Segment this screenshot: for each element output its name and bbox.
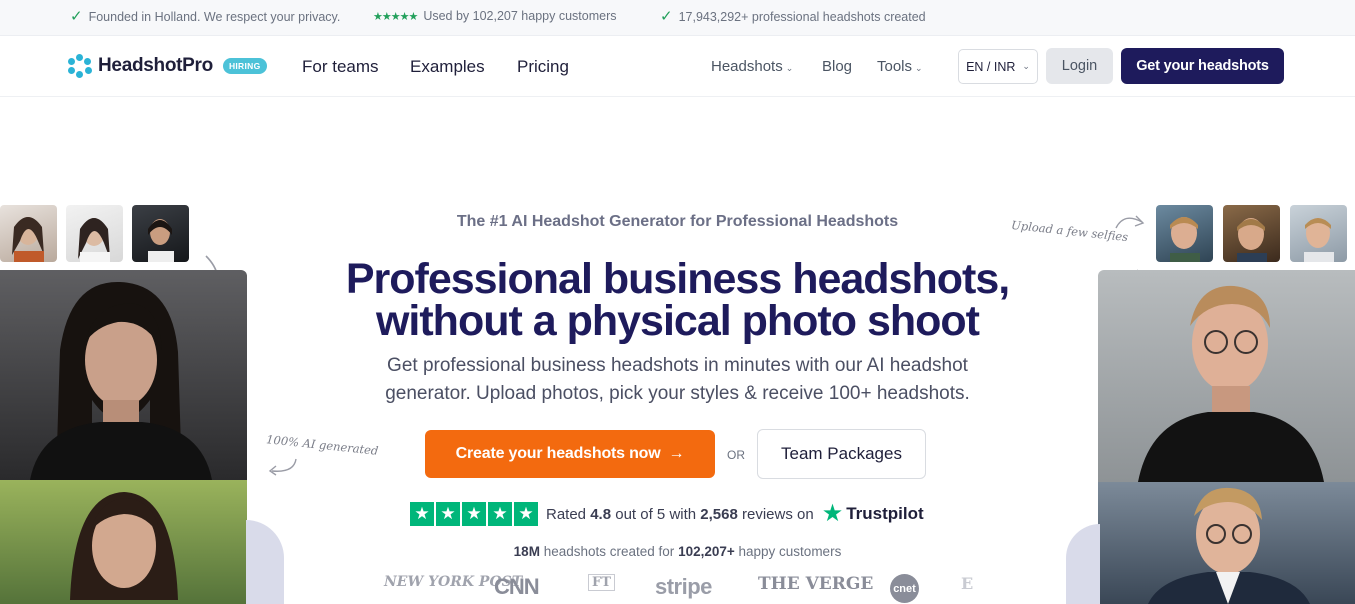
customer-count-value: 102,207+ — [678, 544, 735, 559]
trust-item-headshots: ✓ 17,943,292+ professional headshots cre… — [660, 9, 926, 24]
rating-middle: out of 5 with — [615, 505, 697, 523]
hiring-badge[interactable]: HIRING — [222, 58, 267, 74]
headshot-count: 18M — [513, 544, 540, 559]
nav-link-blog[interactable]: Blog — [822, 58, 852, 75]
curved-arrow-icon — [268, 458, 297, 476]
chevron-down-icon: ⌄ — [915, 63, 923, 73]
trust-item-text: Used by 102,207 happy customers — [423, 9, 617, 23]
or-separator: OR — [727, 448, 745, 462]
star-icon: ★ — [514, 502, 538, 526]
trust-item-text: Founded in Holland. We respect your priv… — [88, 9, 341, 24]
headshot-photo — [0, 480, 247, 604]
trustpilot-star-icon: ★ — [821, 500, 844, 527]
nav-link-examples[interactable]: Examples — [410, 57, 485, 77]
decorative-shape — [246, 520, 284, 604]
arrow-right-icon: → — [668, 445, 685, 462]
create-headshots-button[interactable]: Create your headshots now → — [425, 430, 715, 478]
hero-eyebrow: The #1 AI Headshot Generator for Profess… — [456, 213, 899, 230]
trustpilot-rating[interactable]: ★ ★ ★ ★ ★ Rated 4.8 out of 5 with 2,568 … — [410, 502, 924, 526]
press-logo-cnn: CNN — [494, 574, 540, 599]
hero-subtitle-line: Get professional business headshots in m… — [387, 355, 968, 376]
check-icon: ✓ — [660, 8, 673, 25]
customer-count-text: happy customers — [738, 544, 842, 559]
language-currency-select[interactable]: EN / INR ⌄ — [958, 49, 1038, 84]
get-headshots-button[interactable]: Get your headshots — [1121, 48, 1284, 84]
star-icon: ★ — [488, 502, 512, 526]
headshot-count-text: headshots created for — [543, 544, 675, 559]
nav-menu-tools[interactable]: Tools ⌄ — [877, 58, 923, 75]
hero-title-line: Professional business headshots, — [345, 255, 1010, 303]
star-icon: ★★★★★ — [373, 10, 418, 23]
trustpilot-name: Trustpilot — [846, 504, 924, 523]
rating-score: 4.8 — [590, 505, 612, 523]
trustpilot-logo: ★ Trustpilot — [822, 502, 924, 526]
rating-prefix: Rated — [546, 505, 587, 523]
star-icon: ★ — [410, 502, 434, 526]
nav-link-for-teams[interactable]: For teams — [302, 57, 379, 77]
logo[interactable]: HeadshotPro HIRING — [68, 54, 267, 78]
nav-menu-label: Tools — [877, 58, 913, 75]
check-icon: ✓ — [70, 8, 83, 25]
headshot-photo — [1098, 482, 1355, 604]
hero-subtitle: Get professional business headshots in m… — [0, 352, 1355, 408]
press-logo-ft: FT — [588, 574, 615, 591]
customer-count: 18M headshots created for 102,207+ happy… — [0, 544, 1355, 559]
trust-item-text: 17,943,292+ professional headshots creat… — [678, 9, 926, 24]
press-logo-partial: E — [961, 574, 974, 593]
trust-item-customers: ★★★★★ Used by 102,207 happy customers — [373, 9, 616, 23]
nav-link-pricing[interactable]: Pricing — [517, 57, 569, 77]
press-logo-the-verge: THE VERGE — [758, 574, 874, 594]
trustpilot-stars: ★ ★ ★ ★ ★ — [410, 502, 538, 526]
trust-item-privacy: ✓ Founded in Holland. We respect your pr… — [70, 9, 340, 24]
hero-title-line: without a physical photo shoot — [375, 297, 980, 345]
rating-review-count: 2,568 — [700, 505, 738, 523]
chevron-down-icon: ⌄ — [785, 63, 794, 73]
rating-text: Rated 4.8 out of 5 with 2,568 reviews on — [546, 506, 814, 523]
team-packages-button[interactable]: Team Packages — [757, 429, 926, 479]
star-icon: ★ — [462, 502, 486, 526]
login-button[interactable]: Login — [1046, 48, 1113, 84]
nav-menu-headshots[interactable]: Headshots ⌄ — [711, 58, 793, 75]
press-logo-cnet: cnet — [890, 574, 919, 603]
language-currency-value: EN / INR — [966, 59, 1016, 74]
star-icon: ★ — [436, 502, 460, 526]
main-nav: HeadshotPro HIRING For teams Examples Pr… — [0, 36, 1355, 97]
logo-icon — [68, 54, 92, 78]
annotation-ai-generated: 100% AI generated — [265, 432, 379, 458]
logo-text: HeadshotPro — [98, 55, 213, 76]
create-headshots-label: Create your headshots now — [455, 445, 661, 462]
rating-suffix: reviews on — [742, 505, 814, 523]
nav-menu-label: Headshots — [711, 58, 783, 75]
press-logo-stripe: stripe — [655, 574, 712, 599]
hero-subtitle-line: generator. Upload photos, pick your styl… — [385, 383, 970, 404]
hero-title: Professional business headshots, without… — [0, 255, 1355, 345]
chevron-down-icon: ⌄ — [1022, 61, 1030, 71]
decorative-shape — [1066, 524, 1100, 604]
trust-bar: ✓ Founded in Holland. We respect your pr… — [0, 0, 1355, 36]
